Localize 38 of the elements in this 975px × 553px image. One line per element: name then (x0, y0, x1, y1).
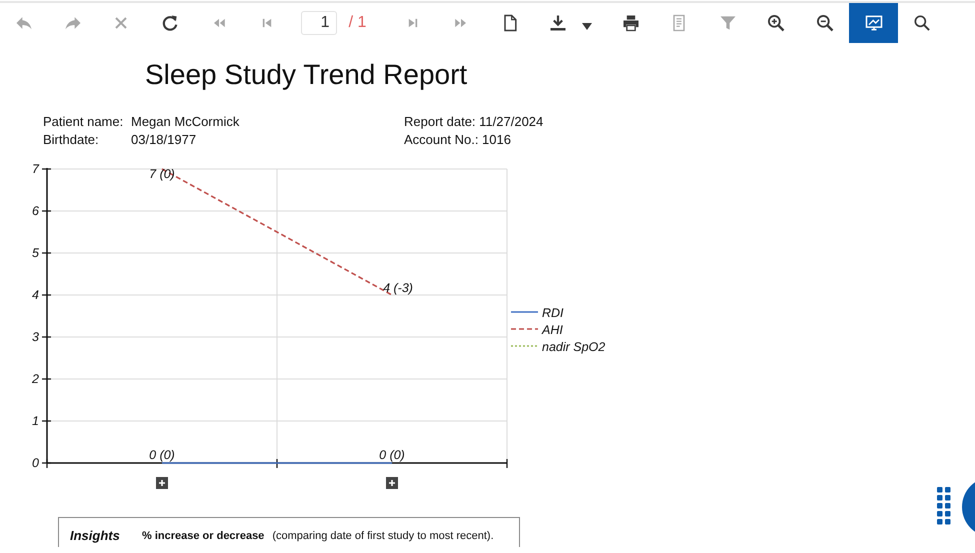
search-icon (912, 13, 932, 33)
page-total: / 1 (348, 14, 366, 32)
y-tick-label: 2 (32, 372, 39, 386)
data-label: 4 (-3) (383, 281, 413, 295)
report-info: Account No.: 1016 (404, 132, 512, 147)
data-label: 7 (0) (149, 167, 175, 181)
page-number-field[interactable]: 1 (300, 11, 337, 35)
field-value: 03/18/1977 (131, 132, 198, 147)
legend-label: RDI (542, 306, 564, 320)
zoom-in-icon (766, 13, 786, 33)
expand-icon[interactable] (386, 477, 398, 489)
data-label: 0 (0) (379, 448, 405, 462)
column-heading: % increase or decrease (142, 530, 264, 542)
legend-label: AHI (542, 323, 563, 337)
monitor-icon (864, 13, 884, 33)
y-tick-label: 3 (32, 330, 39, 344)
column-note: (comparing date of first study to most recent). (272, 530, 494, 542)
printer-icon (620, 13, 641, 33)
drag-handle-icon[interactable] (937, 487, 951, 525)
legend-label: nadir SpO2 (542, 340, 606, 354)
field-value: Megan McCormick (131, 114, 240, 129)
expand-icon[interactable] (156, 477, 168, 489)
report-info: Report date: 11/27/2024 (404, 114, 544, 129)
y-tick-label: 0 (32, 456, 39, 470)
y-tick-label: 6 (32, 204, 39, 218)
y-tick-label: 4 (32, 288, 39, 302)
y-tick-label: 7 (32, 162, 39, 176)
download-icon (548, 13, 568, 33)
report-title: Sleep Study Trend Report (144, 58, 468, 92)
y-tick-label: 1 (32, 414, 39, 428)
y-tick-label: 5 (32, 246, 39, 260)
display-button[interactable] (849, 3, 898, 43)
field-label: Patient name: (43, 114, 124, 129)
caret-icon (582, 23, 592, 31)
data-label: 0 (0) (149, 448, 175, 462)
zoom-out-icon (815, 13, 836, 33)
field-label: Birthdate: (43, 132, 100, 147)
insights-title: Insights (70, 528, 121, 543)
